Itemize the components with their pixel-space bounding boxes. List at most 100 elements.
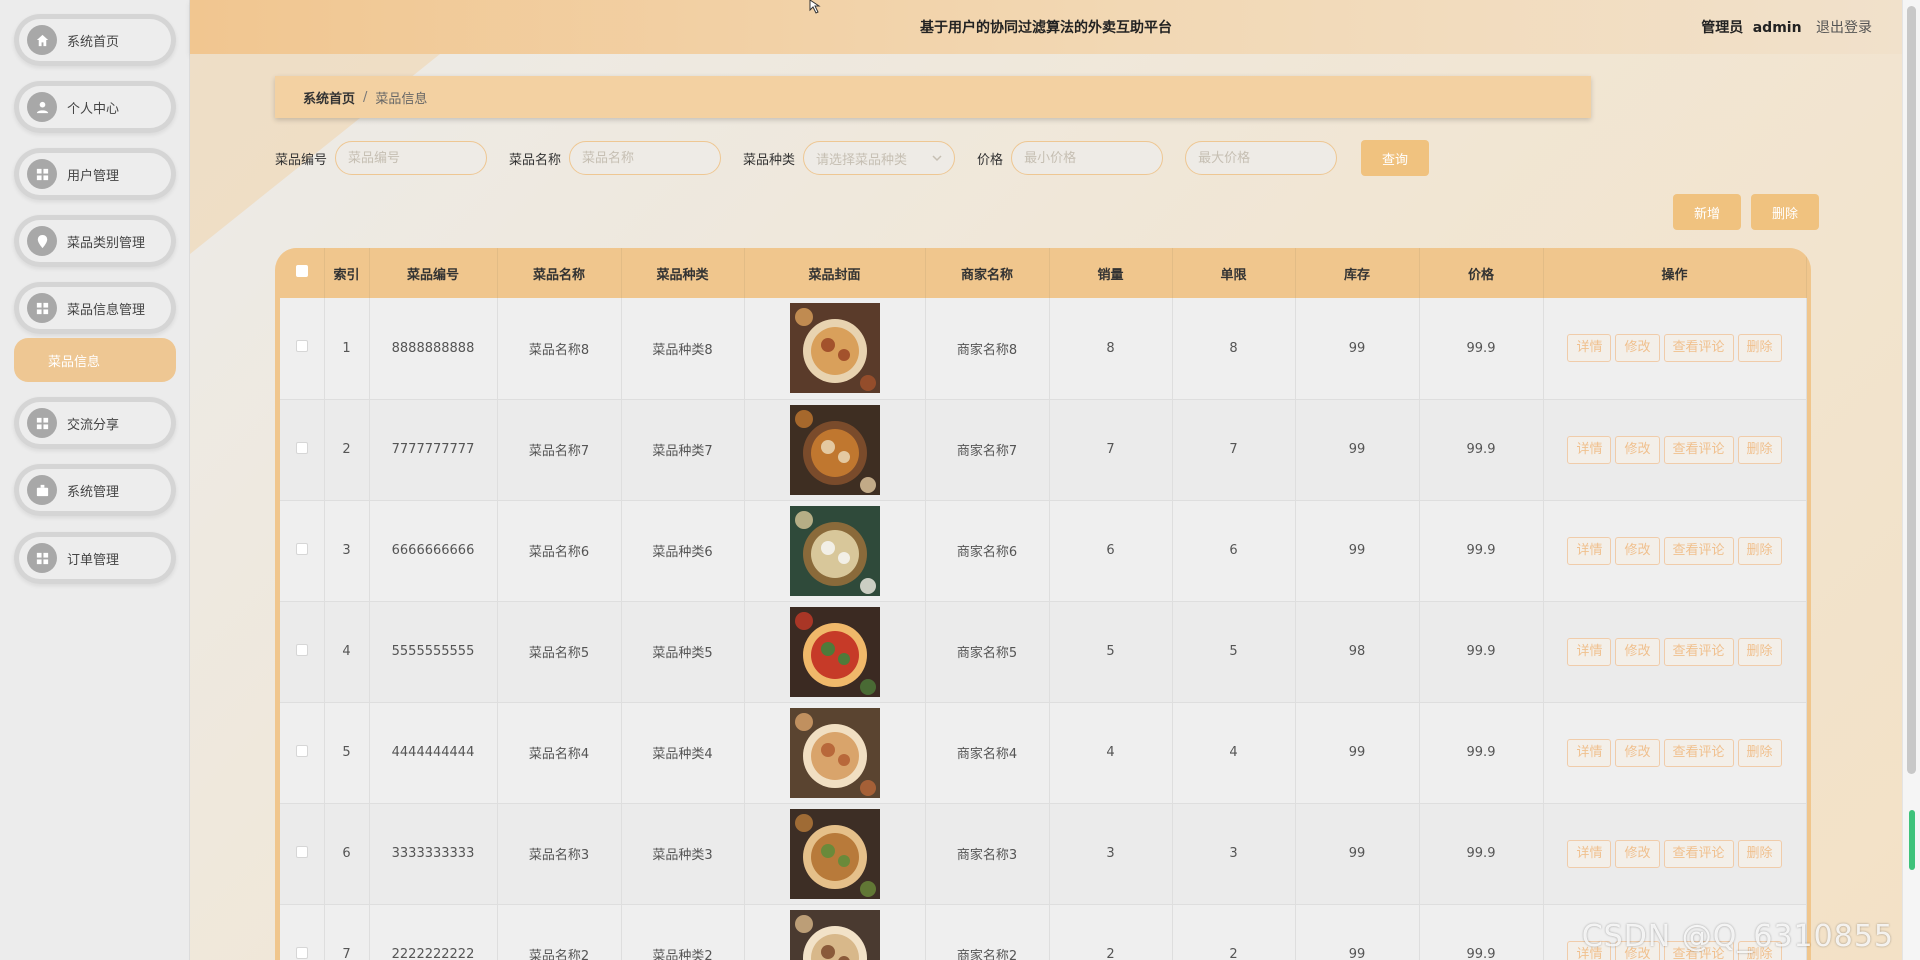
table-row: 4 5555555555 菜品名称5 菜品种类5 商家名称5 5 5 98 99.9 详情 修改 查看… [280, 601, 1807, 703]
select-all-checkbox[interactable] [295, 265, 308, 277]
row-checkbox[interactable] [295, 542, 308, 555]
cell-type: 菜品种类8 [621, 298, 745, 400]
delete-button[interactable]: 删除 [1751, 194, 1819, 230]
table-row: 7 2222222222 菜品名称2 菜品种类2 商家名称2 2 2 99 99.9 详情 修改 查看… [280, 904, 1807, 960]
dish-type-placeholder: 请选择菜品种类 [816, 152, 908, 168]
column-header-price: 价格 [1419, 248, 1544, 298]
edit-button[interactable]: 修改 [1615, 637, 1660, 666]
view-comments-button[interactable]: 查看评论 [1663, 536, 1734, 565]
cell-index: 6 [324, 803, 370, 905]
scrollbar-thumb[interactable] [1907, 6, 1916, 774]
table-row: 1 8888888888 菜品名称8 菜品种类8 商家名称8 8 8 99 99.9 详情 修改 查看… [280, 298, 1807, 400]
detail-button[interactable]: 详情 [1567, 536, 1612, 565]
view-comments-button[interactable]: 查看评论 [1663, 738, 1734, 767]
cell-type: 菜品种类4 [621, 702, 745, 804]
row-checkbox[interactable] [295, 643, 308, 656]
sidebar-item-orders[interactable]: 订单管理 [14, 532, 176, 584]
delete-row-button[interactable]: 删除 [1737, 334, 1782, 363]
cell-actions: 详情 修改 查看评论 删除 [1543, 702, 1807, 804]
view-comments-button[interactable]: 查看评论 [1663, 839, 1734, 868]
breadcrumb-home[interactable]: 系统首页 [303, 88, 355, 107]
sidebar-item-share[interactable]: 交流分享 [14, 397, 176, 449]
mouse-cursor-icon [809, 0, 821, 14]
add-button[interactable]: 新增 [1673, 194, 1741, 230]
cell-price: 99.9 [1419, 702, 1544, 804]
view-comments-button[interactable]: 查看评论 [1663, 637, 1734, 666]
row-select-cell [280, 500, 325, 602]
edit-button[interactable]: 修改 [1615, 839, 1660, 868]
column-header-cover: 菜品封面 [744, 248, 926, 298]
cell-shop: 商家名称7 [925, 399, 1050, 501]
sidebar-item-label: 菜品类别管理 [67, 235, 146, 251]
cell-price: 99.9 [1419, 500, 1544, 602]
view-comments-button[interactable]: 查看评论 [1663, 435, 1734, 464]
cell-sales: 2 [1049, 904, 1173, 960]
sidebar-item-label: 系统管理 [67, 484, 120, 500]
query-button[interactable]: 查询 [1361, 140, 1430, 176]
sidebar-item-profile[interactable]: 个人中心 [14, 81, 176, 133]
cell-sales: 5 [1049, 601, 1173, 703]
price-label: 价格 [977, 152, 1004, 168]
dish-cover-image [789, 505, 880, 596]
cell-cover [744, 904, 926, 960]
sidebar-item-system[interactable]: 系统管理 [14, 464, 176, 516]
cell-sales: 7 [1049, 399, 1173, 501]
cell-cover [744, 500, 926, 602]
sidebar-item-label: 交流分享 [67, 417, 120, 433]
cell-actions: 详情 修改 查看评论 删除 [1543, 601, 1807, 703]
dish-name-label: 菜品名称 [509, 152, 562, 168]
logout-link[interactable]: 退出登录 [1816, 20, 1872, 36]
delete-row-button[interactable]: 删除 [1737, 536, 1782, 565]
dish-type-select[interactable]: 请选择菜品种类 [803, 141, 956, 175]
cell-limit: 8 [1172, 298, 1296, 400]
top-header: 基于用户的协同过滤算法的外卖互助平台 管理员 admin 退出登录 [190, 0, 1902, 54]
delete-row-button[interactable]: 删除 [1737, 637, 1782, 666]
dish-name-input[interactable] [569, 141, 722, 175]
page-scrollbar[interactable] [1902, 0, 1920, 960]
edit-button[interactable]: 修改 [1615, 536, 1660, 565]
edit-button[interactable]: 修改 [1615, 334, 1660, 363]
row-checkbox[interactable] [295, 845, 308, 858]
cell-type: 菜品种类2 [621, 904, 745, 960]
cell-name: 菜品名称6 [497, 500, 622, 602]
detail-button[interactable]: 详情 [1567, 435, 1612, 464]
row-checkbox[interactable] [295, 340, 308, 353]
cell-price: 99.9 [1419, 601, 1544, 703]
sidebar-subitem-dish-info[interactable]: 菜品信息 [14, 338, 176, 382]
row-select-cell [280, 399, 325, 501]
column-header-index: 索引 [324, 248, 370, 298]
table-row: 5 4444444444 菜品名称4 菜品种类4 商家名称4 4 4 99 99.9 详情 修改 查看… [280, 702, 1807, 804]
column-header-stock: 库存 [1295, 248, 1420, 298]
detail-button[interactable]: 详情 [1567, 334, 1612, 363]
cell-name: 菜品名称4 [497, 702, 622, 804]
sidebar-item-dish-category[interactable]: 菜品类别管理 [14, 215, 176, 267]
row-checkbox[interactable] [295, 744, 308, 757]
sidebar-item-label: 用户管理 [67, 168, 120, 184]
sidebar-item-label: 系统首页 [67, 34, 120, 50]
detail-button[interactable]: 详情 [1567, 839, 1612, 868]
edit-button[interactable]: 修改 [1615, 738, 1660, 767]
min-price-input[interactable] [1011, 141, 1164, 175]
dish-code-input[interactable] [335, 141, 488, 175]
sidebar-item-dish-info[interactable]: 菜品信息管理 [14, 282, 176, 334]
cell-shop: 商家名称5 [925, 601, 1050, 703]
edit-button[interactable]: 修改 [1615, 435, 1660, 464]
cell-code: 2222222222 [369, 904, 498, 960]
sidebar-item-label: 个人中心 [67, 101, 120, 117]
delete-row-button[interactable]: 删除 [1737, 435, 1782, 464]
grid-icon [27, 293, 57, 323]
cell-stock: 99 [1295, 803, 1420, 905]
delete-row-button[interactable]: 删除 [1737, 839, 1782, 868]
delete-row-button[interactable]: 删除 [1737, 738, 1782, 767]
view-comments-button[interactable]: 查看评论 [1663, 334, 1734, 363]
detail-button[interactable]: 详情 [1567, 738, 1612, 767]
cell-actions: 详情 修改 查看评论 删除 [1543, 298, 1807, 400]
row-checkbox[interactable] [295, 946, 308, 959]
detail-button[interactable]: 详情 [1567, 637, 1612, 666]
app-title: 基于用户的协同过滤算法的外卖互助平台 [920, 20, 1172, 36]
row-checkbox[interactable] [295, 441, 308, 454]
sidebar-item-users[interactable]: 用户管理 [14, 148, 176, 200]
sidebar-item-home[interactable]: 系统首页 [14, 14, 176, 66]
cell-index: 2 [324, 399, 370, 501]
max-price-input[interactable] [1185, 141, 1338, 175]
